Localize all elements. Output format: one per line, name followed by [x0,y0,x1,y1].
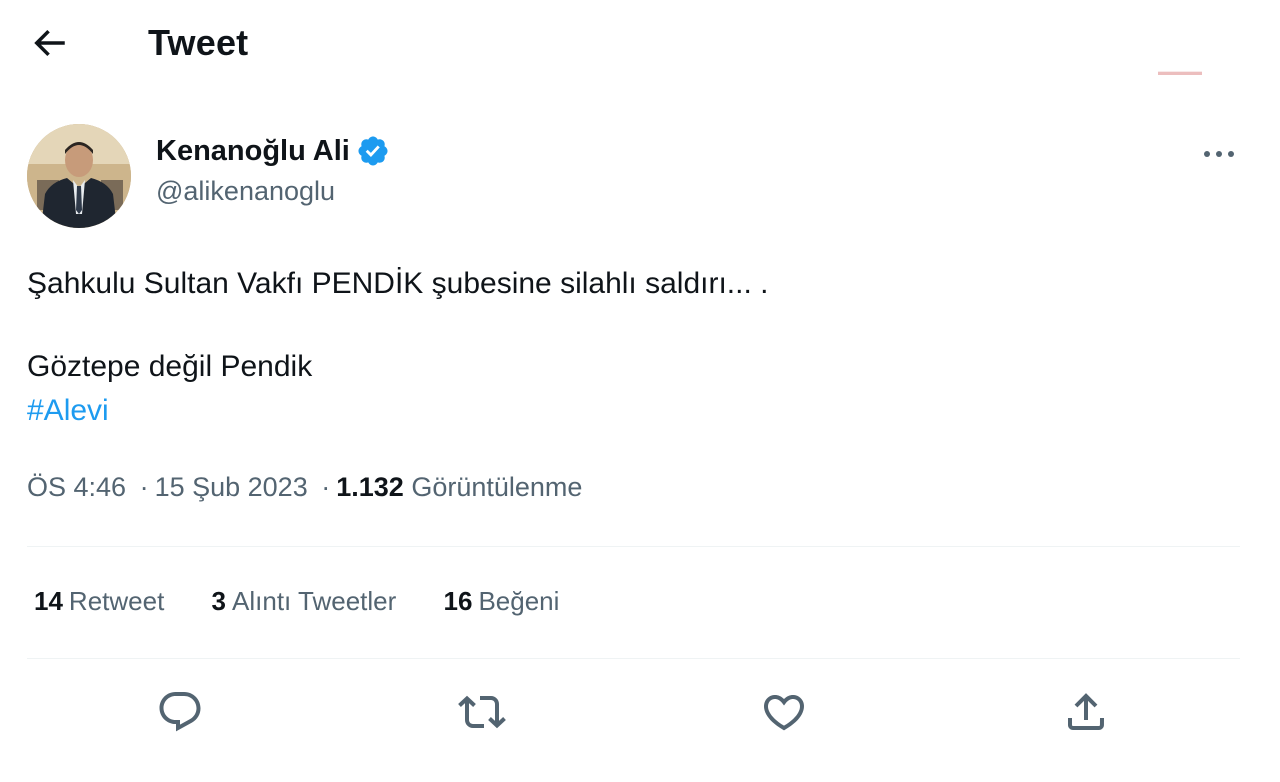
tweet-metadata: ÖS 4:46 · 15 Şub 2023 · 1.132 Görüntülenme [27,472,582,503]
quote-tweets-link[interactable]: 3 Alıntı Tweetler [212,586,397,617]
tweet-date[interactable]: 15 Şub 2023 [155,472,308,502]
back-button[interactable] [28,22,70,64]
views-label: Görüntülenme [411,472,583,502]
author-name[interactable]: Kenanoğlu Ali [156,135,350,168]
profile-photo-icon [27,124,131,228]
views-count: 1.132 [336,472,404,502]
stat-label: Alıntı Tweetler [232,586,397,616]
avatar[interactable] [27,124,131,228]
stat-label: Beğeni [478,586,560,616]
divider [27,658,1240,659]
stat-count: 16 [443,586,473,616]
like-button[interactable] [760,688,808,736]
more-options-button[interactable] [1196,140,1242,168]
page-title: Tweet [148,22,249,63]
tweet-text: Şahkulu Sultan Vakfı PENDİK şubesine sil… [27,262,1227,433]
retweet-icon [458,695,506,729]
arrow-left-icon [34,29,65,57]
reply-icon [159,692,201,732]
tweet-text-line-1: Şahkulu Sultan Vakfı PENDİK şubesine sil… [27,267,769,300]
tweet-text-line-2: Göztepe değil Pendik [27,350,313,383]
more-dots-icon [1204,151,1234,157]
author-row: Kenanoğlu Ali [156,134,390,168]
watermark-mark: ▬▬▬▬ [1158,66,1202,78]
retweet-count-link[interactable]: 14 Retweet [34,586,164,617]
retweet-button[interactable] [458,688,506,736]
share-button[interactable] [1062,688,1110,736]
separator-dot: · [139,472,149,502]
top-bar: Tweet ▬▬▬▬ [0,0,1280,92]
reply-button[interactable] [156,688,204,736]
hashtag-link[interactable]: #Alevi [27,394,109,427]
like-icon [763,695,805,731]
stat-label: Retweet [68,586,165,616]
stat-count: 14 [34,586,63,616]
stat-count: 3 [211,586,227,616]
tweet-time[interactable]: ÖS 4:46 [27,472,126,502]
share-icon [1068,693,1104,730]
separator-dot: · [321,472,331,502]
likes-count-link[interactable]: 16 Beğeni [444,586,560,617]
divider [27,546,1240,547]
action-bar [0,688,1280,738]
author-handle[interactable]: @alikenanoglu [156,176,335,207]
engagement-stats: 14 Retweet 3 Alıntı Tweetler 16 Beğeni [34,586,599,617]
verified-badge-icon[interactable] [356,134,390,168]
